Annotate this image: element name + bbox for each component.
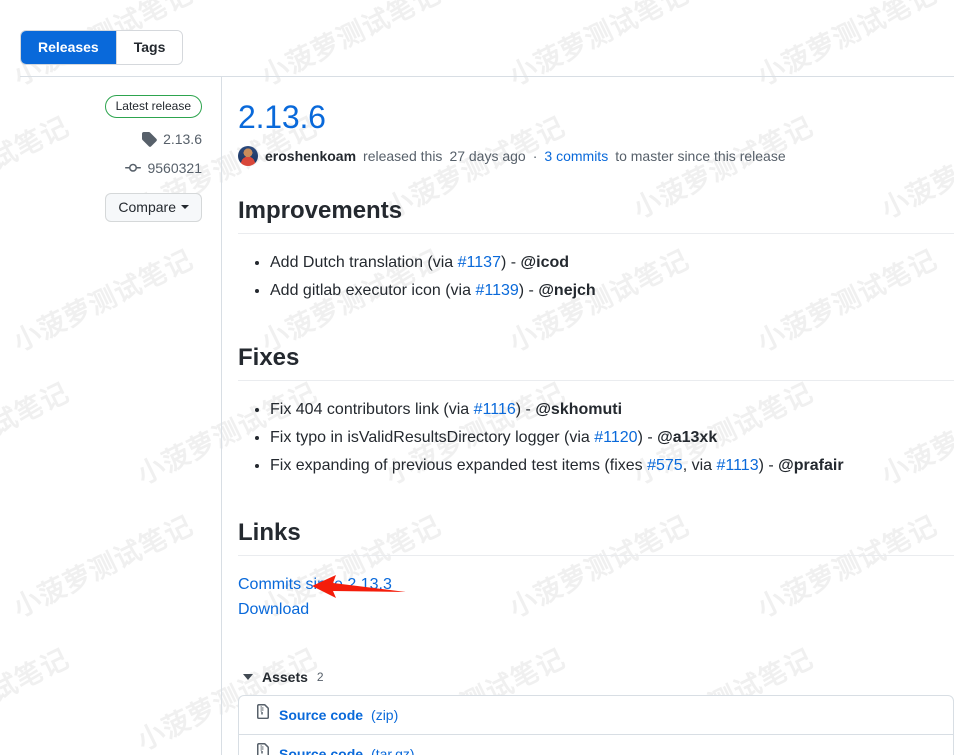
asset-ext: (tar.gz) [371,745,415,755]
list-item: Add Dutch translation (via #1137) - @ico… [270,250,954,275]
improvements-list: Add Dutch translation (via #1137) - @ico… [238,250,954,303]
link-download[interactable]: Download [238,597,309,622]
watermark-text: 小菠萝测试笔记 [0,643,75,755]
fixes-heading: Fixes [238,343,954,381]
watermark-text: 小菠萝测试笔记 [256,0,447,93]
issue-ref-link[interactable]: #1137 [458,254,501,271]
pr-ref-link[interactable]: #1113 [716,457,758,474]
assets-count: 2 [316,670,324,684]
assets-toggle[interactable]: Assets 2 [238,669,954,685]
asset-row-targz[interactable]: Source code (tar.gz) [239,734,953,755]
user-mention[interactable]: @a13xk [657,429,717,446]
item-text-mid: , via [682,457,717,474]
improvements-heading: Improvements [238,196,954,234]
header-divider [20,76,954,77]
asset-row-zip[interactable]: Source code (zip) [239,696,953,734]
section-links: Links Commits since 2.13.3 Download [238,518,954,622]
commit-value: 9560321 [147,160,202,176]
issue-ref-link[interactable]: #1139 [475,282,518,299]
tag-row[interactable]: 2.13.6 [0,131,202,147]
commits-suffix: to master since this release [615,148,786,164]
user-mention[interactable]: @nejch [538,282,595,299]
item-text-tail: ) - [758,457,779,474]
release-byline: eroshenkoam released this 27 days ago · … [238,146,954,166]
links-heading: Links [238,518,954,556]
item-text: Add Dutch translation (via [270,254,458,271]
watermark-text: 小菠萝测试笔记 [504,0,695,93]
list-item: Fix expanding of previous expanded test … [270,453,954,478]
user-mention[interactable]: @prafair [778,457,843,474]
item-text: Fix expanding of previous expanded test … [270,457,648,474]
file-zip-icon [255,704,271,726]
watermark-text: 小菠萝测试笔记 [8,510,199,625]
asset-name[interactable]: Source code [279,744,363,755]
item-text: Fix typo in isValidResultsDirectory logg… [270,429,595,446]
released-text: released this [363,148,443,164]
tag-icon [141,131,157,147]
watermark-text: 小菠萝测试笔记 [752,0,943,93]
commit-icon [125,160,142,176]
assets-label: Assets [262,669,308,685]
section-improvements: Improvements Add Dutch translation (via … [238,196,954,303]
release-content: 2.13.6 eroshenkoam released this 27 days… [238,97,954,755]
release-title[interactable]: 2.13.6 [238,97,954,137]
issue-ref-link[interactable]: #1120 [594,429,637,446]
links-list: Commits since 2.13.3 Download [238,572,954,622]
item-text-tail: ) - [518,282,539,299]
tag-value: 2.13.6 [163,131,202,147]
watermark-text: 小菠萝测试笔记 [8,244,199,359]
list-item: Fix typo in isValidResultsDirectory logg… [270,425,954,450]
link-commits-since[interactable]: Commits since 2.13.3 [238,572,392,597]
file-zip-icon [255,743,271,755]
assets-box: Source code (zip) Source code (tar.gz) [238,695,954,755]
release-sidebar: Latest release 2.13.6 9560321 Compare [0,95,215,222]
asset-name[interactable]: Source code [279,705,363,726]
avatar[interactable] [238,146,258,166]
latest-release-badge: Latest release [104,95,202,118]
user-mention[interactable]: @skhomuti [535,401,622,418]
issue-ref-link[interactable]: #1116 [474,401,516,418]
item-text-tail: ) - [500,254,521,271]
watermark-text: 小菠萝测试笔记 [0,377,75,492]
list-item: Add gitlab executor icon (via #1139) - @… [270,278,954,303]
release-time-ago: 27 days ago [449,148,526,164]
triangle-down-icon [243,674,253,680]
item-text-tail: ) - [515,401,536,418]
releases-page: 小菠萝测试笔记 小菠萝测试笔记 小菠萝测试笔记 小菠萝测试笔记 小菠萝测试笔记 小菠萝测试… [0,0,954,755]
assets-section: Assets 2 Source code (zip) Source code (… [238,669,954,755]
item-text: Add gitlab executor icon (via [270,282,476,299]
tab-tags[interactable]: Tags [115,31,183,64]
item-text-tail: ) - [637,429,658,446]
compare-button-label: Compare [118,199,176,215]
section-fixes: Fixes Fix 404 contributors link (via #11… [238,343,954,478]
tab-releases[interactable]: Releases [21,31,116,64]
user-mention[interactable]: @icod [521,254,570,271]
release-author[interactable]: eroshenkoam [265,146,356,166]
asset-ext: (zip) [371,706,399,723]
commit-row[interactable]: 9560321 [0,160,202,176]
compare-button[interactable]: Compare [105,193,202,222]
fixes-list: Fix 404 contributors link (via #1116) - … [238,397,954,478]
commits-link[interactable]: 3 commits [544,146,608,166]
list-item: Fix 404 contributors link (via #1116) - … [270,397,954,422]
sidebar-divider [221,77,222,755]
chevron-down-icon [181,205,189,209]
release-tab-group[interactable]: Releases Tags [20,30,184,65]
item-text: Fix 404 contributors link (via [270,401,474,418]
byline-separator: · [532,148,538,164]
issue-ref-link[interactable]: #575 [647,457,683,474]
